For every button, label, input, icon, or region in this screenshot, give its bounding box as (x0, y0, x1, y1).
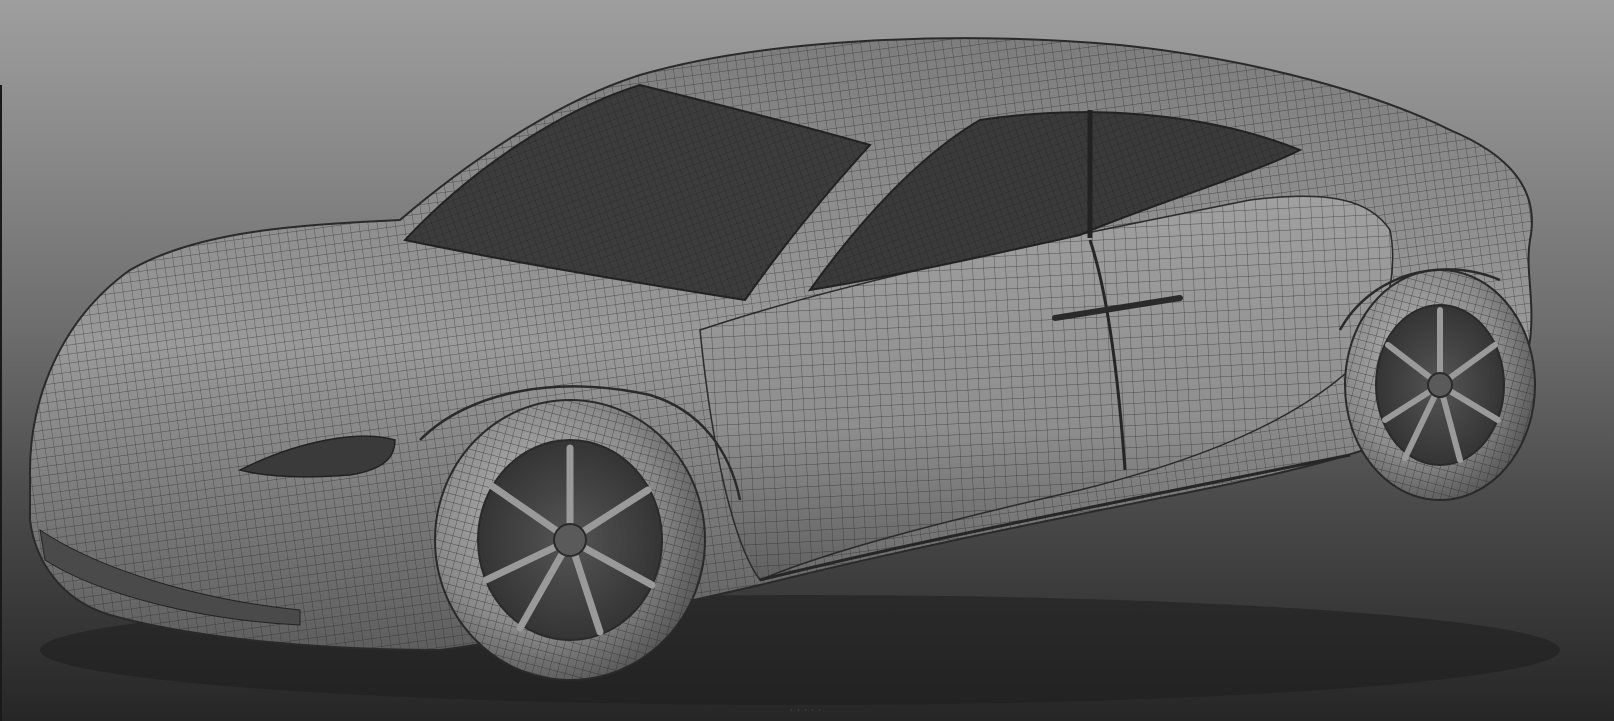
3d-viewport[interactable]: · · · · · (0, 0, 1614, 721)
watermark: · · · · · (790, 706, 822, 715)
front-wheel (434, 399, 706, 681)
car-wireframe-model (29, 37, 1560, 705)
rear-wheel (1344, 269, 1536, 501)
